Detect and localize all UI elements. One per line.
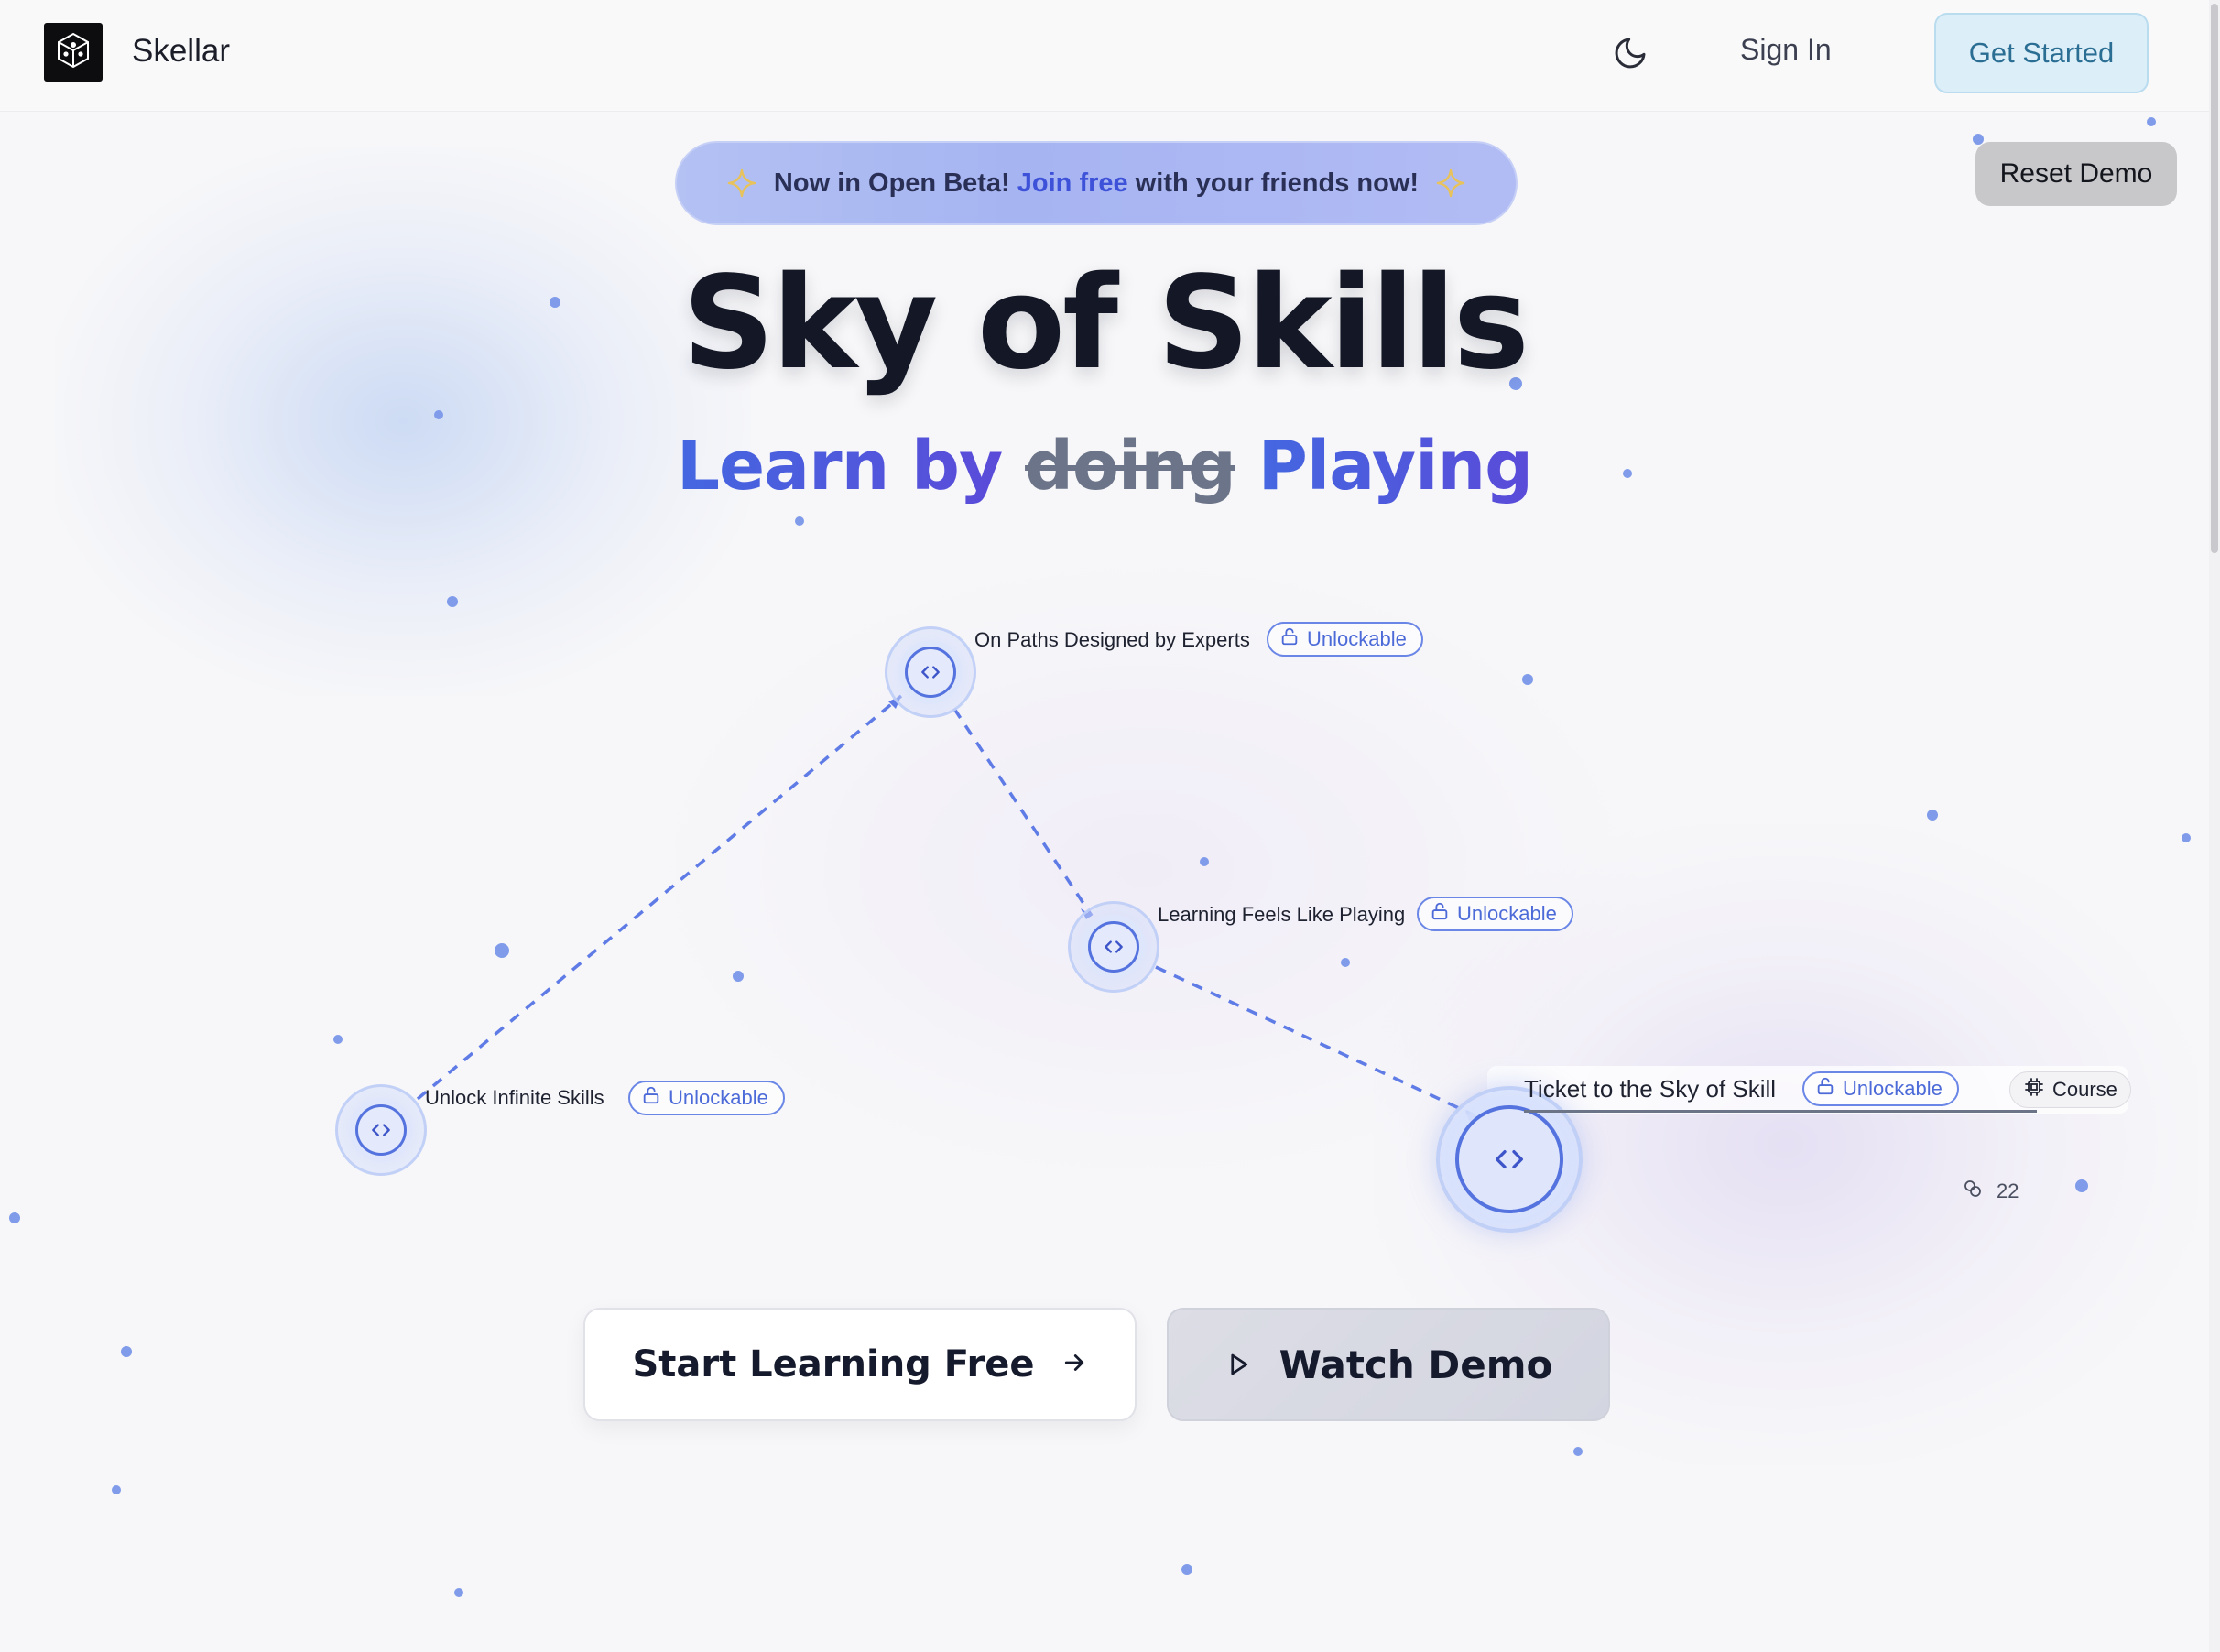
star-dot [795, 516, 804, 526]
star-dot [1181, 1564, 1192, 1575]
skill-node-unlock-infinite-skills[interactable] [335, 1084, 427, 1176]
code-icon [1088, 921, 1139, 973]
code-icon [355, 1104, 407, 1156]
course-progress-line [1524, 1110, 2037, 1113]
star-dot [1573, 1447, 1583, 1456]
skill-node-label: Learning Feels Like Playing [1158, 903, 1406, 926]
subtitle-suffix: Playing [1257, 427, 1534, 505]
sparkle-icon [726, 168, 757, 199]
beta-announcement[interactable]: Now in Open Beta! Join free with your fr… [675, 141, 1518, 225]
subtitle-strikethrough: doing [1025, 427, 1236, 505]
star-dot [2147, 117, 2156, 126]
course-link-count: 22 [1962, 1178, 2019, 1205]
reset-demo-button[interactable]: Reset Demo [1975, 142, 2177, 206]
moon-icon [1612, 35, 1649, 75]
sign-in-link[interactable]: Sign In [1740, 33, 1832, 67]
star-dot [333, 1035, 343, 1044]
arrow-right-icon [1061, 1343, 1088, 1386]
course-node[interactable] [1436, 1086, 1583, 1233]
chip-icon [2023, 1076, 2045, 1103]
skill-node-label: Unlock Infinite Skills [425, 1086, 604, 1109]
star-dot [2182, 833, 2191, 842]
star-dot [733, 971, 744, 982]
logo-icon [53, 30, 93, 74]
star-dot [121, 1346, 132, 1357]
star-dot [447, 596, 458, 607]
unlockable-badge[interactable]: Unlockable [1417, 897, 1573, 931]
navbar [0, 0, 2209, 112]
sparkle-icon [1435, 168, 1466, 199]
watch-demo-button[interactable]: Watch Demo [1167, 1308, 1610, 1421]
star-dot [495, 943, 509, 958]
star-dot [2075, 1179, 2088, 1192]
lock-icon [1815, 1076, 1835, 1102]
skill-node-label: On Paths Designed by Experts [974, 628, 1250, 651]
unlockable-badge[interactable]: Unlockable [1267, 622, 1423, 657]
star-dot [1200, 857, 1209, 866]
course-title: Ticket to the Sky of Skill [1524, 1075, 1777, 1103]
star-dot [9, 1212, 20, 1223]
beta-text: Now in Open Beta! Join free with your fr… [773, 168, 1420, 198]
lock-icon [1430, 901, 1450, 927]
star-dot [434, 410, 443, 419]
lock-icon [641, 1085, 661, 1111]
page-title: Sky of Skills [682, 249, 1529, 398]
brand-name[interactable]: Skellar [132, 33, 230, 70]
subtitle-prefix: Learn by [676, 427, 1003, 505]
star-dot [454, 1588, 463, 1597]
page-subtitle: Learn by doing Playing [0, 427, 2209, 505]
unlockable-badge[interactable]: Unlockable [628, 1081, 785, 1115]
star-dot [1341, 958, 1350, 967]
skill-node-learning-feels-like-playing[interactable] [1068, 901, 1159, 993]
star-dot [1927, 810, 1938, 821]
star-dot [112, 1485, 121, 1494]
lock-icon [1279, 626, 1300, 652]
code-icon [905, 647, 956, 698]
course-type-badge: Course [2009, 1071, 2131, 1108]
unlockable-badge[interactable]: Unlockable [1802, 1071, 1959, 1106]
theme-toggle-button[interactable] [1608, 33, 1652, 77]
logo[interactable] [44, 23, 103, 82]
star-dot [1522, 674, 1533, 685]
skill-node-on-paths-designed-by-experts[interactable] [885, 626, 976, 718]
background-glow [55, 147, 751, 696]
link-icon [1962, 1178, 1984, 1205]
get-started-button[interactable]: Get Started [1934, 13, 2149, 93]
start-learning-button[interactable]: Start Learning Free [583, 1308, 1137, 1421]
code-icon [1455, 1105, 1563, 1213]
scrollbar-thumb[interactable] [2211, 4, 2218, 553]
play-icon [1224, 1342, 1252, 1387]
